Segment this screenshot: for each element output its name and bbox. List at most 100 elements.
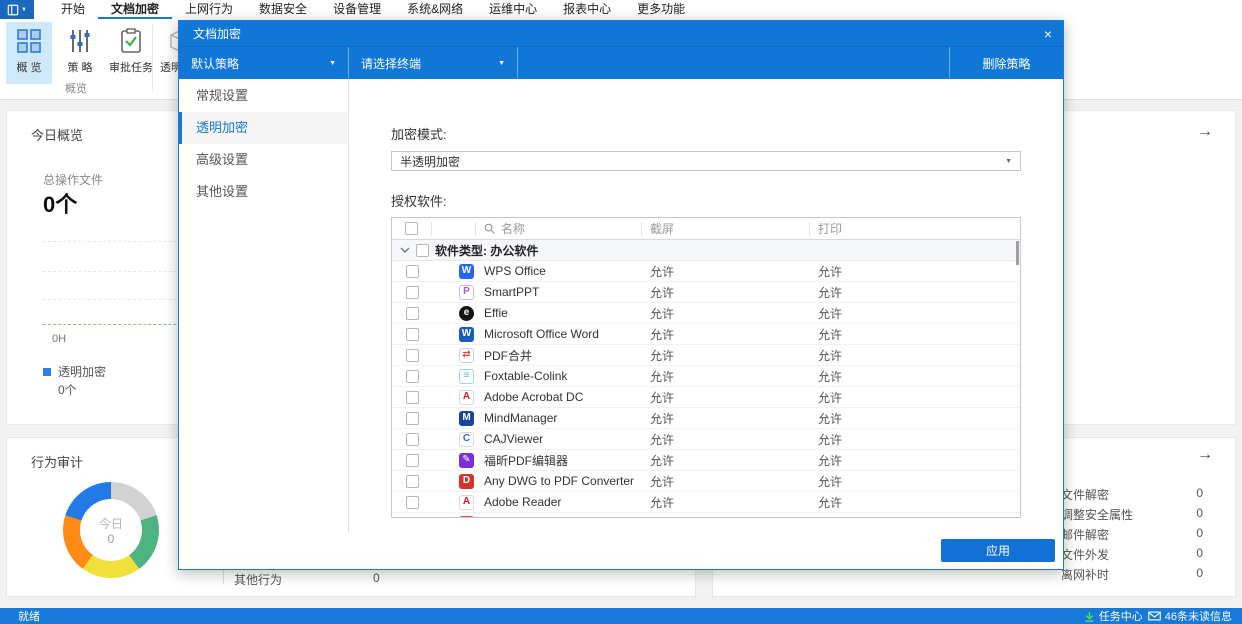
table-row[interactable]: [392, 513, 1020, 517]
donut-center-value: 0: [107, 531, 115, 546]
app-icon: ✎: [459, 452, 474, 468]
app-icon: C: [459, 431, 474, 447]
app-name: Adobe Acrobat DC: [484, 390, 584, 404]
arrow-right-icon[interactable]: →: [1197, 446, 1213, 464]
row-checkbox[interactable]: [405, 495, 419, 509]
row-checkbox[interactable]: [405, 411, 419, 425]
download-icon: [1085, 611, 1094, 622]
donut-center-label: 今日: [98, 516, 123, 531]
terminal-dropdown[interactable]: 请选择终端 ▼: [349, 47, 518, 79]
screen-permission: 允许: [650, 285, 675, 300]
menu-tab[interactable]: 设备管理: [320, 0, 394, 19]
table-row[interactable]: ≡ Foxtable-Colink 允许 允许: [392, 366, 1020, 387]
ribbon-group-label: 概览: [65, 83, 87, 95]
select-all-checkbox[interactable]: [405, 222, 418, 235]
row-checkbox[interactable]: [405, 348, 419, 362]
menu-tab[interactable]: 运维中心: [476, 0, 550, 19]
terminal-dropdown-value: 请选择终端: [361, 56, 422, 71]
app-icon: W: [459, 326, 474, 342]
delete-policy-button[interactable]: 删除策略: [949, 47, 1063, 79]
screen-permission: 允许: [650, 495, 675, 510]
print-permission: 允许: [818, 369, 843, 384]
ribbon-button[interactable]: 策 略: [57, 22, 103, 84]
row-checkbox[interactable]: [405, 306, 419, 320]
print-column-header: 打印: [818, 222, 843, 236]
legend-swatch: [43, 368, 51, 376]
sidebar-item[interactable]: 高级设置: [179, 144, 348, 176]
table-row[interactable]: P SmartPPT 允许 允许: [392, 282, 1020, 303]
table-row[interactable]: W WPS Office 允许 允许: [392, 261, 1020, 282]
sidebar-item[interactable]: 其他设置: [179, 176, 348, 208]
app-icon: [459, 515, 474, 517]
arrow-right-icon[interactable]: →: [1197, 123, 1213, 141]
table-row[interactable]: A Adobe Reader 允许 允许: [392, 492, 1020, 513]
row-checkbox[interactable]: [405, 453, 419, 467]
app-name: CAJViewer: [484, 432, 544, 446]
print-permission: 允许: [818, 474, 843, 489]
table-group-row[interactable]: 软件类型: 办公软件: [392, 240, 1020, 261]
chevron-down-icon: ▼: [1005, 157, 1012, 165]
sidebar-item[interactable]: 透明加密: [179, 112, 348, 144]
row-checkbox[interactable]: [405, 390, 419, 404]
app-icon: W: [459, 263, 474, 279]
chevron-down-icon: ▼: [329, 59, 336, 67]
app-name: Microsoft Office Word: [484, 327, 599, 341]
stat-row-value: 0: [1196, 546, 1203, 560]
menu-tab[interactable]: 开始: [48, 0, 98, 19]
table-row[interactable]: ✎ 福昕PDF编辑器 允许 允许: [392, 450, 1020, 471]
table-row[interactable]: A Adobe Acrobat DC 允许 允许: [392, 387, 1020, 408]
name-column-header: 名称: [476, 221, 642, 236]
stat-row-label: 调整安全属性: [1061, 508, 1134, 522]
screen-permission: 允许: [650, 264, 675, 279]
stat-row-label: 离网补时: [1061, 568, 1110, 582]
menu-tab[interactable]: 文档加密: [98, 0, 173, 19]
app-name: WPS Office: [484, 264, 546, 278]
donut-center: 今日 0: [80, 499, 142, 561]
row-checkbox[interactable]: [405, 474, 419, 488]
table-row[interactable]: D Any DWG to PDF Converter 允许 允许: [392, 471, 1020, 492]
table-row[interactable]: M MindManager 允许 允许: [392, 408, 1020, 429]
ribbon-button[interactable]: 概 览: [6, 22, 52, 84]
task-center-button[interactable]: 任务中心: [1084, 608, 1143, 624]
screen-permission: 允许: [650, 348, 675, 363]
row-checkbox[interactable]: [405, 369, 419, 383]
row-checkbox[interactable]: [405, 285, 419, 299]
menu-tab[interactable]: 系统&网络: [394, 0, 476, 19]
print-permission: 允许: [818, 285, 843, 300]
print-permission: 允许: [818, 390, 843, 405]
policy-dropdown[interactable]: 默认策略 ▼: [179, 47, 349, 79]
table-row[interactable]: W Microsoft Office Word 允许 允许: [392, 324, 1020, 345]
row-checkbox[interactable]: [405, 264, 419, 278]
print-permission: 允许: [818, 306, 843, 321]
encrypt-mode-value: 半透明加密: [400, 154, 461, 169]
app-icon: [7, 4, 19, 15]
encrypt-mode-select[interactable]: 半透明加密 ▼: [391, 151, 1021, 171]
group-checkbox[interactable]: [416, 243, 429, 257]
mail-icon: [1147, 611, 1161, 621]
row-checkbox[interactable]: [405, 327, 419, 341]
table-row[interactable]: C CAJViewer 允许 允许: [392, 429, 1020, 450]
stat-row-label: 邮件解密: [1061, 528, 1110, 542]
menu-tab[interactable]: 更多功能: [624, 0, 698, 19]
ribbon-button-label: 概 览: [16, 62, 42, 74]
table-row[interactable]: ⇄ PDF合并 允许 允许: [392, 345, 1020, 366]
menu-tab[interactable]: 报表中心: [550, 0, 624, 19]
menu-tab[interactable]: 上网行为: [172, 0, 246, 19]
messages-button[interactable]: 46条未读信息: [1147, 608, 1232, 624]
app-icon: A: [459, 494, 474, 510]
row-checkbox[interactable]: [405, 516, 419, 517]
close-icon[interactable]: ×: [1033, 26, 1063, 42]
menu-items: 开始 文档加密 上网行为 数据安全 设备管理 系统&网络 运维中心 报表中心 更多功能: [48, 0, 698, 19]
sidebar-item[interactable]: 常规设置: [179, 80, 348, 112]
ribbon-button[interactable]: 审批任务: [108, 22, 154, 84]
task-center-label: 任务中心: [1098, 611, 1143, 623]
row-checkbox[interactable]: [405, 432, 419, 446]
table-scrollbar[interactable]: [1016, 241, 1019, 265]
app-menu-button[interactable]: ▼: [0, 0, 34, 19]
menu-tab[interactable]: 数据安全: [246, 0, 320, 19]
table-row[interactable]: e Effie 允许 允许: [392, 303, 1020, 324]
dialog-footer: 应用: [179, 533, 1063, 569]
screen-permission: 允许: [650, 306, 675, 321]
apply-button[interactable]: 应用: [941, 539, 1055, 562]
